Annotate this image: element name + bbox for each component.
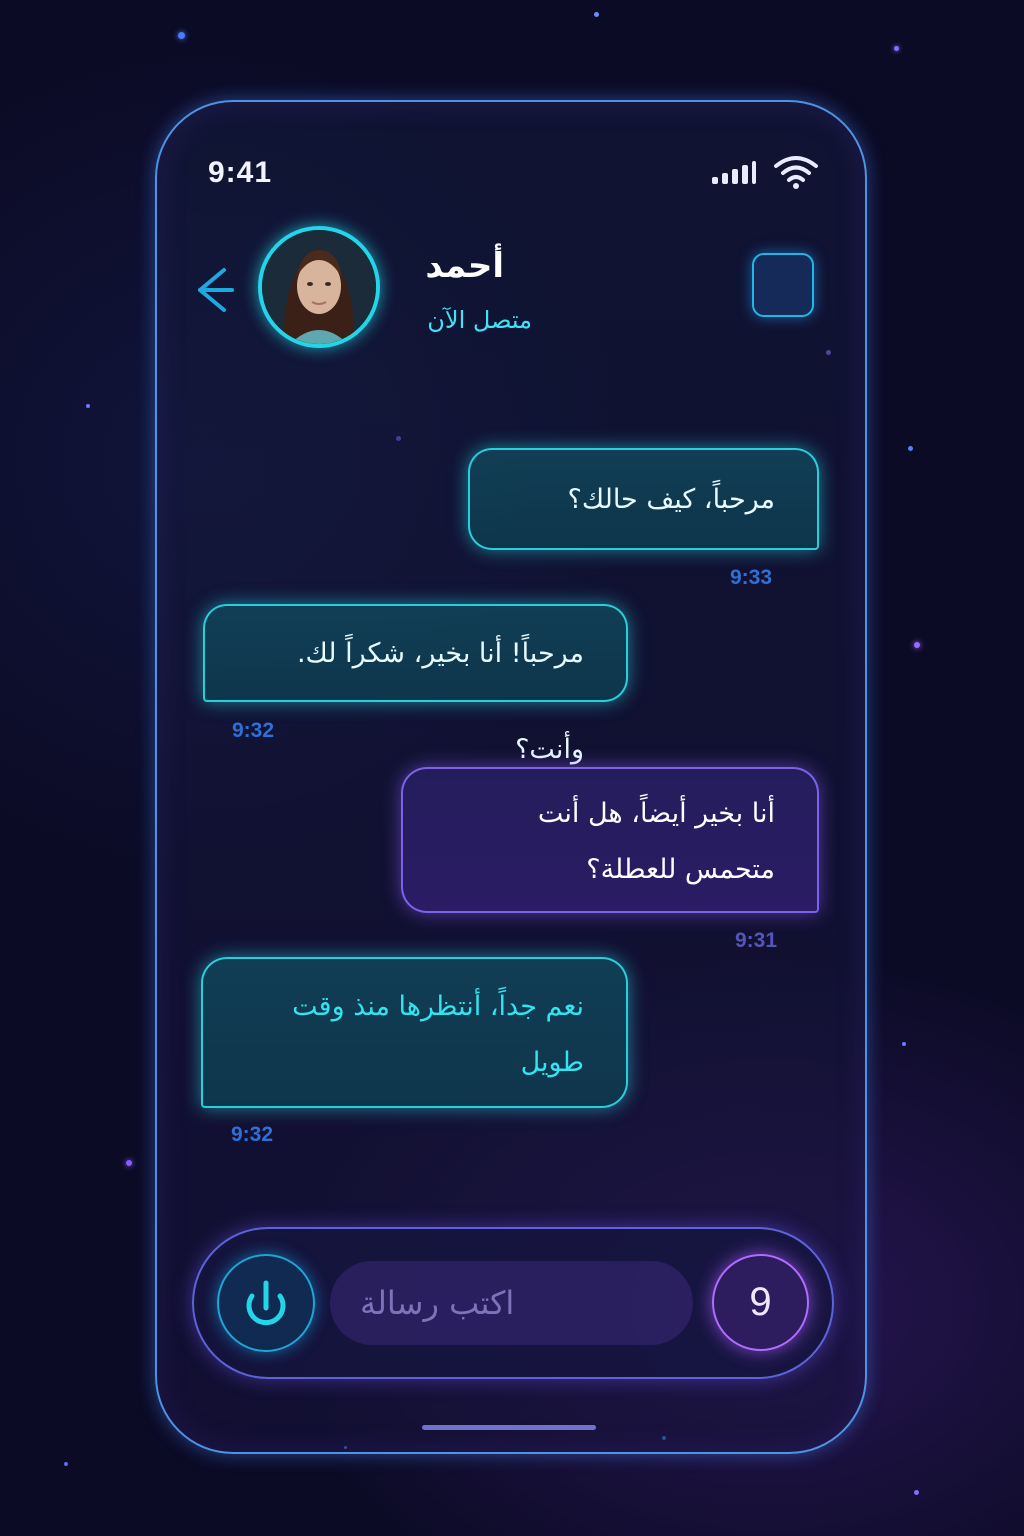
message-text: مرحباً، كيف حالك؟ — [567, 484, 775, 515]
message-time: 9:33 — [730, 566, 773, 589]
message-bubble-outgoing[interactable]: أنا بخير أيضاً، هل أنت متحمس للعطلة؟ — [401, 767, 819, 913]
status-time: 9:41 — [208, 156, 273, 189]
back-button[interactable] — [192, 262, 236, 318]
message-bubble-incoming[interactable]: مرحباً! أنا بخير، شكراً لك. وأنت؟ — [203, 604, 628, 765]
message-bubble-incoming[interactable]: نعم جداً، أنتظرها منذ وقت طويل — [201, 957, 628, 1108]
microphone-icon — [246, 1280, 286, 1326]
contact-status: متصل الآن — [427, 306, 532, 334]
message-time: 9:31 — [735, 929, 778, 952]
message-time: 9:32 — [232, 719, 275, 742]
send-button[interactable]: 9 — [712, 1254, 809, 1351]
message-text: نعم جداً، أنتظرها منذ وقت طويل — [292, 991, 584, 1078]
message-input[interactable] — [330, 1261, 693, 1345]
chevron-left-icon — [198, 268, 234, 312]
wifi-icon — [774, 156, 818, 189]
message-bubble-outgoing[interactable]: مرحباً، كيف حالك؟ — [468, 448, 819, 550]
contact-photo — [262, 230, 376, 344]
microphone-button[interactable] — [217, 1254, 315, 1352]
contact-name: أحمد — [425, 246, 504, 286]
message-text: أنا بخير أيضاً، هل أنت متحمس للعطلة؟ — [537, 798, 775, 885]
signal-bars-icon — [712, 160, 756, 184]
avatar[interactable] — [258, 226, 380, 348]
home-indicator[interactable] — [422, 1425, 596, 1430]
message-time: 9:32 — [231, 1123, 274, 1146]
menu-button[interactable] — [752, 253, 814, 317]
